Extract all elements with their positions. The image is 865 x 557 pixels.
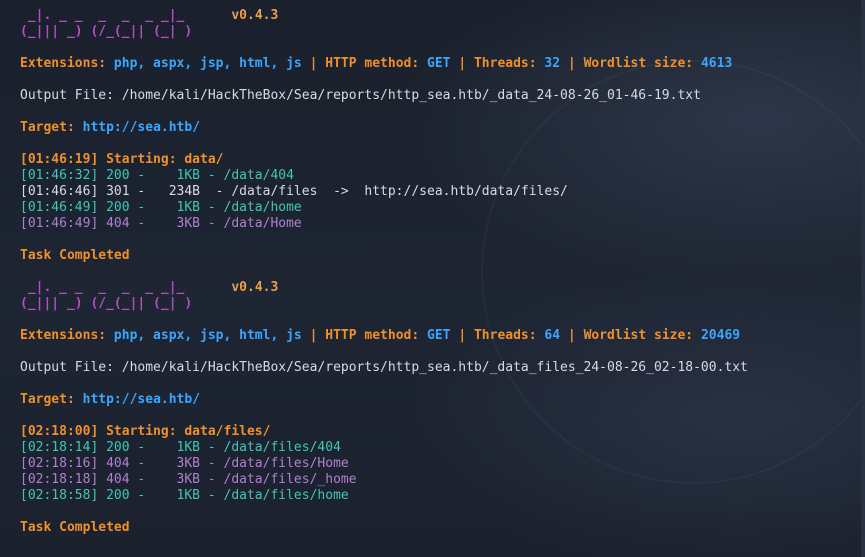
scan-run: _|. _ _ _ _ _ _|_ v0.4.3 (_||| _) (/_(_|… xyxy=(20,8,857,280)
output-file-line: Output File: /home/kali/HackTheBox/Sea/r… xyxy=(20,88,701,103)
output-file-line: Output File: /home/kali/HackTheBox/Sea/r… xyxy=(20,360,748,375)
config-line: Extensions: php, aspx, jsp, html, js | H… xyxy=(20,328,741,343)
version-label: v0.4.3 xyxy=(231,280,279,295)
result-line: [01:46:49] 200 - 1KB - /data/home xyxy=(20,200,302,215)
target-line: Target: http://sea.htb/ xyxy=(20,392,201,407)
terminal-scrollbar[interactable] xyxy=(861,0,865,557)
scan-run: _|. _ _ _ _ _ _|_ v0.4.3 (_||| _) (/_(_|… xyxy=(20,280,857,536)
result-line: [02:18:16] 404 - 3KB - /data/files/Home xyxy=(20,456,349,471)
task-completed: Task Completed xyxy=(20,248,130,263)
dirsearch-banner-line2: (_||| _) (/_(_|| (_| ) xyxy=(20,24,193,39)
result-line: [02:18:18] 404 - 3KB - /data/files/_home xyxy=(20,472,357,487)
dirsearch-banner-line1: _|. _ _ _ _ _ _|_ v0.4.3 xyxy=(20,280,279,295)
result-line: [01:46:49] 404 - 3KB - /data/Home xyxy=(20,216,302,231)
start-line: [02:18:00] Starting: data/files/ xyxy=(20,424,271,439)
result-line: [02:18:14] 200 - 1KB - /data/files/404 xyxy=(20,440,341,455)
start-line: [01:46:19] Starting: data/ xyxy=(20,152,224,167)
result-line: [01:46:32] 200 - 1KB - /data/404 xyxy=(20,168,294,183)
result-line: [02:18:58] 200 - 1KB - /data/files/home xyxy=(20,488,349,503)
result-line: [01:46:46] 301 - 234B - /data/files -> h… xyxy=(20,184,568,199)
config-line: Extensions: php, aspx, jsp, html, js | H… xyxy=(20,56,733,71)
task-completed: Task Completed xyxy=(20,520,130,535)
dirsearch-banner-line1: _|. _ _ _ _ _ _|_ v0.4.3 xyxy=(20,8,279,23)
target-line: Target: http://sea.htb/ xyxy=(20,120,201,135)
version-label: v0.4.3 xyxy=(231,8,279,23)
dirsearch-banner-line2: (_||| _) (/_(_|| (_| ) xyxy=(20,296,193,311)
terminal-output[interactable]: _|. _ _ _ _ _ _|_ v0.4.3 (_||| _) (/_(_|… xyxy=(20,8,857,536)
